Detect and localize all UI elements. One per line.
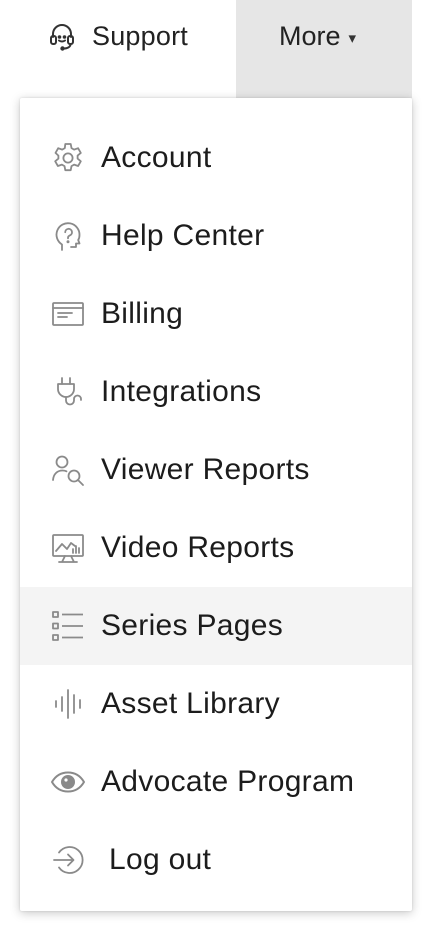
menu-item-log-out[interactable]: Log out: [20, 821, 412, 899]
menu-item-video-reports[interactable]: Video Reports: [20, 509, 412, 587]
menu-item-label: Video Reports: [101, 531, 295, 564]
menu-item-help-center[interactable]: Help Center: [20, 197, 412, 275]
menu-item-label: Integrations: [101, 375, 262, 408]
more-dropdown-menu: Account Help Center Billing Integrations…: [20, 98, 412, 911]
person-search-icon: [50, 452, 86, 488]
menu-item-label: Help Center: [101, 219, 265, 252]
menu-item-label: Viewer Reports: [101, 453, 310, 486]
logout-icon: [50, 842, 86, 878]
menu-item-viewer-reports[interactable]: Viewer Reports: [20, 431, 412, 509]
menu-item-label: Asset Library: [101, 687, 280, 720]
plug-icon: [50, 374, 86, 410]
waveform-icon: [50, 686, 86, 722]
menu-item-label: Advocate Program: [101, 765, 355, 798]
menu-item-label: Series Pages: [101, 609, 284, 642]
caret-down-icon: ▾: [348, 29, 357, 47]
menu-item-series-pages[interactable]: Series Pages: [20, 587, 412, 665]
help-bubble-icon: [50, 218, 86, 254]
page: Support More ▾ Account Help Center Billi…: [0, 0, 444, 926]
menu-item-account[interactable]: Account: [20, 119, 412, 197]
menu-item-advocate-program[interactable]: Advocate Program: [20, 743, 412, 821]
menu-item-asset-library[interactable]: Asset Library: [20, 665, 412, 743]
list-icon: [50, 608, 86, 644]
top-navigation: Support More ▾: [0, 0, 444, 98]
menu-item-integrations[interactable]: Integrations: [20, 353, 412, 431]
headset-icon: [46, 20, 78, 52]
more-label: More: [279, 20, 341, 51]
eye-icon: [50, 764, 86, 800]
support-label: Support: [92, 20, 188, 51]
menu-item-label: Account: [101, 141, 212, 174]
support-nav-item[interactable]: Support: [46, 12, 188, 60]
menu-item-label: Log out: [109, 843, 212, 876]
billing-icon: [50, 296, 86, 332]
more-nav-button[interactable]: More ▾: [236, 0, 412, 98]
gear-icon: [50, 140, 86, 176]
monitor-chart-icon: [50, 530, 86, 566]
menu-item-label: Billing: [101, 297, 184, 330]
menu-item-billing[interactable]: Billing: [20, 275, 412, 353]
